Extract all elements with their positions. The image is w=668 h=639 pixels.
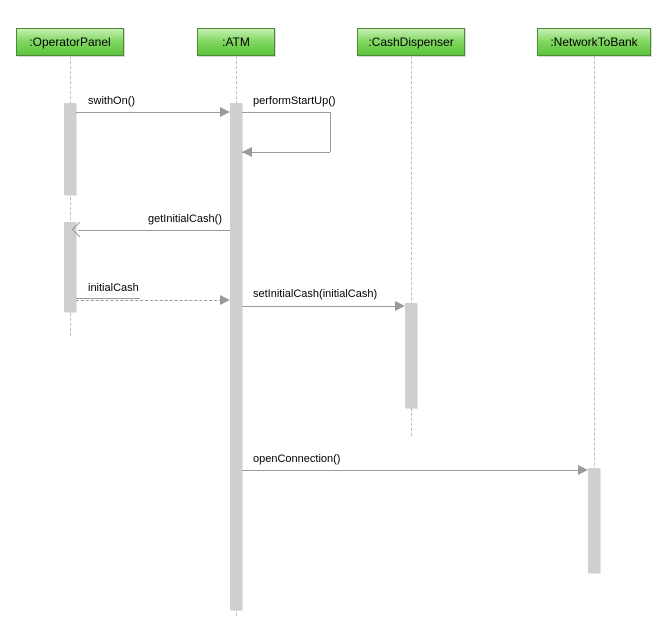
msg-openconnection-line: [242, 470, 580, 471]
lifeline-operatorpanel: :OperatorPanel: [16, 28, 124, 56]
msg-openconnection-label: openConnection(): [253, 453, 340, 465]
msg-getinitialcash-line: [78, 230, 230, 231]
msg-initialcash-arrow: [220, 295, 230, 305]
msg-setinitialcash-line: [242, 306, 398, 307]
activation-operator-2: [64, 222, 76, 312]
msg-initialcash-line: [76, 300, 222, 301]
activation-dispenser: [405, 303, 417, 408]
msg-performstartup-arrow: [242, 147, 252, 157]
sequence-diagram: :OperatorPanel :ATM :CashDispenser :Netw…: [0, 0, 668, 639]
msg-performstartup-label: performStartUp(): [253, 95, 336, 107]
msg-switchon-arrow: [220, 107, 230, 117]
activation-operator-1: [64, 103, 76, 195]
msg-initialcash-label: initialCash: [88, 282, 139, 294]
activation-atm: [230, 103, 242, 610]
msg-setinitialcash-label: setInitialCash(initialCash): [253, 288, 377, 300]
msg-getinitialcash-label: getInitialCash(): [148, 213, 222, 225]
msg-initialcash-underline: [76, 298, 140, 299]
lifeline-networktobank: :NetworkToBank: [537, 28, 651, 56]
lifeline-cashdispenser: :CashDispenser: [357, 28, 465, 56]
msg-openconnection-arrow: [578, 465, 588, 475]
activation-network: [588, 468, 600, 573]
msg-performstartup-down: [330, 112, 331, 152]
msg-switchon-line: [76, 112, 222, 113]
lifeline-atm: :ATM: [197, 28, 275, 56]
msg-performstartup-back: [242, 152, 330, 153]
msg-switchon-label: swithOn(): [88, 95, 135, 107]
msg-performstartup-out: [242, 112, 330, 113]
msg-setinitialcash-arrow: [395, 301, 405, 311]
